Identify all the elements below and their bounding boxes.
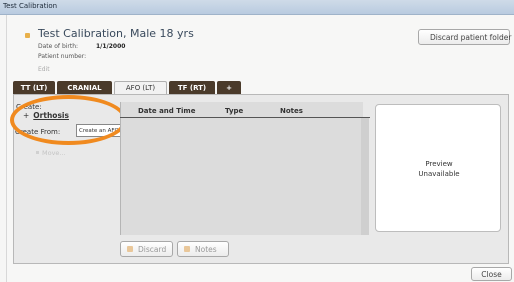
table-scrollbar[interactable] [361,118,369,235]
tab-afo-lt[interactable]: AFO (LT) [114,81,167,94]
tab-tf-rt[interactable]: TF (RT) [169,81,215,94]
discard-patient-folder-label: Discard patient folder [430,32,512,42]
dob-label: Date of birth: [38,43,79,50]
dob-value: 1/1/2000 [96,43,126,50]
preview-panel: Preview Unavailable [375,104,501,232]
records-table [120,102,363,235]
tab-tt-lt[interactable]: TT (LT) [13,81,55,94]
tab-cranial[interactable]: CRANIAL [57,81,112,94]
notes-icon [184,246,190,252]
preview-line1: Preview [425,160,453,168]
patient-status-icon [25,33,30,38]
muted-item-icon [36,151,39,154]
close-button[interactable]: Close [471,267,512,281]
preview-line2: Unavailable [418,170,460,178]
discard-patient-folder-button[interactable]: Discard patient folder [418,29,512,45]
patient-name: Test Calibration, Male 18 yrs [38,27,194,40]
window-title: Test Calibration [3,2,58,10]
table-header: Date and Time Type Notes [120,104,370,118]
column-date-time[interactable]: Date and Time [138,107,195,115]
muted-item: Move... [42,149,66,157]
discard-label: Discard [138,244,167,254]
discard-button[interactable]: Discard [120,241,173,257]
highlight-circle [10,95,127,145]
window-titlebar: Test Calibration [0,0,514,15]
notes-label: Notes [195,244,217,254]
patient-number-label: Patient number: [38,53,87,60]
discard-icon [127,246,133,252]
column-type[interactable]: Type [225,107,243,115]
edit-link[interactable]: Edit [38,66,50,73]
tab-add[interactable]: + [217,81,241,94]
column-notes[interactable]: Notes [280,107,303,115]
notes-button[interactable]: Notes [177,241,229,257]
